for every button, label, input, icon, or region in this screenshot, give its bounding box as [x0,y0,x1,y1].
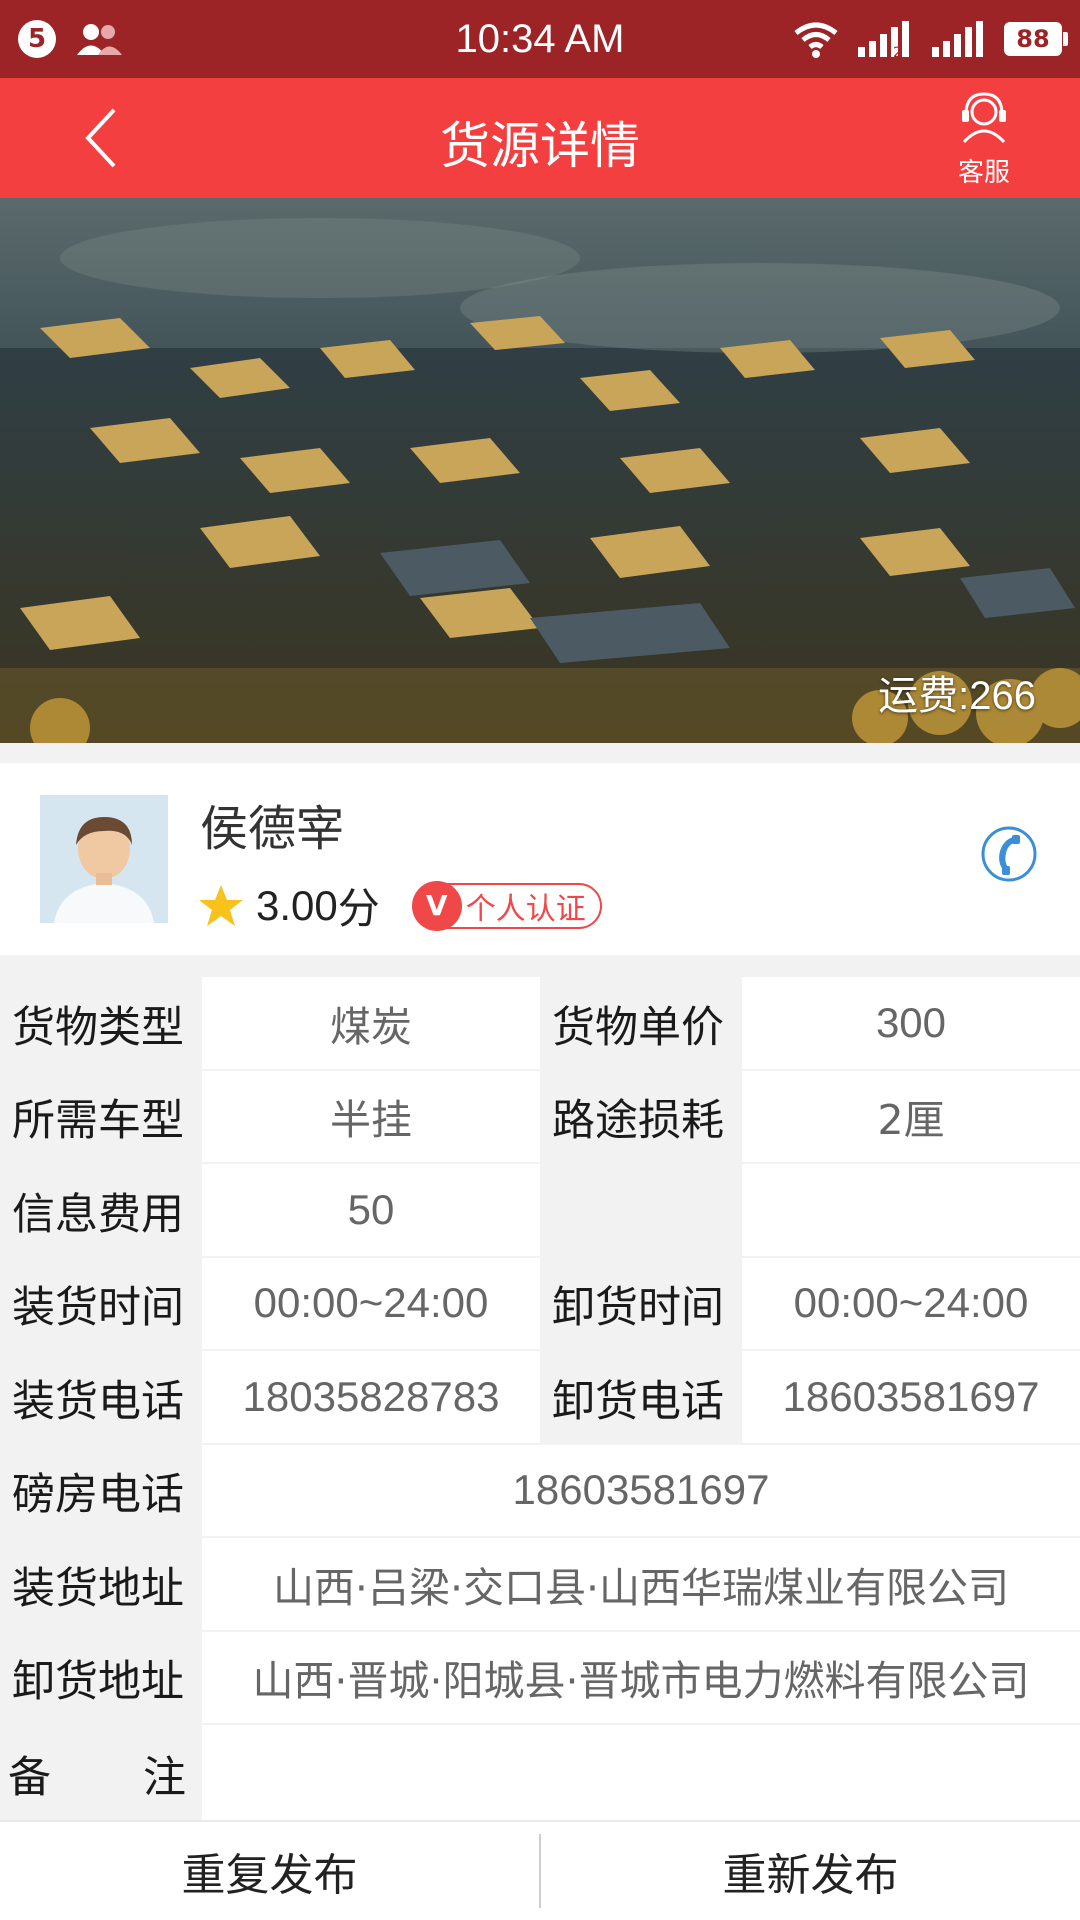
load-address-value: 山西·吕梁·交口县·山西华瑞煤业有限公司 [200,1538,1080,1632]
table-row: 装货时间 00:00~24:00 卸货时间 00:00~24:00 [0,1257,1080,1351]
transit-loss-value: 2厘 [740,1070,1080,1164]
cargo-type-value: 煤炭 [200,977,540,1071]
village-landscape-image [0,198,1080,743]
shipper-profile-card: 侯德宰 3.00 分 V 个人认证 [0,763,1080,955]
empty-label [540,1164,740,1258]
sim-slot-label: 2 [893,45,902,59]
unload-phone-label: 卸货电话 [540,1351,740,1445]
phone-call-button[interactable] [980,825,1038,883]
shipping-fee-label: 运费:266 [878,674,1036,718]
vehicle-type-label: 所需车型 [0,1070,200,1164]
battery-indicator: 88 [1004,22,1068,56]
personal-verified-badge: V 个人认证 [411,880,602,931]
table-row: 磅房电话 18603581697 [0,1444,1080,1538]
unload-phone-value[interactable]: 18603581697 [740,1351,1080,1445]
signal-sim1-icon [932,21,983,57]
load-time-label: 装货时间 [0,1257,200,1351]
cargo-type-label: 货物类型 [0,977,200,1071]
table-row: 货物类型 煤炭 货物单价 300 [0,977,1080,1071]
banner-image: 运费:266 [0,198,1080,743]
remarks-label: 备 注 [0,1725,200,1823]
rating-row: 3.00 分 V 个人认证 [198,875,602,936]
unload-address-value: 山西·晋城·阳城县·晋城市电力燃料有限公司 [200,1631,1080,1725]
customer-service-button[interactable]: 客服 [934,90,1034,190]
vehicle-type-value: 半挂 [200,1070,540,1164]
unit-price-label: 货物单价 [540,977,740,1071]
status-bar: 5 10:34 AM 2 88 [0,0,1080,78]
repeat-publish-button[interactable]: 重复发布 [0,1839,539,1903]
table-row: 所需车型 半挂 路途损耗 2厘 [0,1070,1080,1164]
bottom-action-bar: 重复发布 重新发布 [0,1820,1080,1920]
unload-time-value: 00:00~24:00 [740,1257,1080,1351]
table-row: 卸货地址 山西·晋城·阳城县·晋城市电力燃料有限公司 [0,1631,1080,1725]
remarks-label-part2: 注 [143,1753,186,1803]
rating-score: 3.00 [256,881,338,929]
unload-time-label: 卸货时间 [540,1257,740,1351]
load-address-label: 装货地址 [0,1538,200,1632]
verified-v-icon: V [411,880,462,931]
table-row: 信息费用 50 [0,1164,1080,1258]
title-bar: 货源详情 客服 [0,78,1080,198]
notification-count-badge: 5 [18,20,56,58]
wifi-icon [794,22,838,58]
table-row: 装货电话 18035828783 卸货电话 18603581697 [0,1351,1080,1445]
customer-service-label: 客服 [957,158,1010,188]
contacts-icon [77,24,122,55]
shipper-name: 侯德宰 [200,801,345,857]
star-icon [199,884,243,926]
load-time-value: 00:00~24:00 [200,1257,540,1351]
transit-loss-label: 路途损耗 [540,1070,740,1164]
info-fee-value: 50 [200,1164,540,1258]
load-phone-value[interactable]: 18035828783 [200,1351,540,1445]
table-row: 备 注 [0,1725,1080,1823]
remarks-label-part1: 备 [8,1753,51,1803]
headset-icon [962,92,1006,144]
rating-unit: 分 [337,884,380,933]
info-fee-label: 信息费用 [0,1164,200,1258]
republish-button[interactable]: 重新发布 [541,1839,1080,1903]
signal-sim2-icon: 2 [858,21,909,59]
page-title: 货源详情 [440,117,640,175]
cargo-detail-table: 货物类型 煤炭 货物单价 300 所需车型 半挂 路途损耗 2厘 信息费用 50… [0,977,1080,1823]
unit-price-value: 300 [740,977,1080,1071]
avatar [40,795,168,923]
weigh-house-phone-value[interactable]: 18603581697 [200,1444,1080,1538]
load-phone-label: 装货电话 [0,1351,200,1445]
weigh-house-phone-label: 磅房电话 [0,1444,200,1538]
verified-label: 个人认证 [465,891,586,927]
unload-address-label: 卸货地址 [0,1631,200,1725]
table-row: 装货地址 山西·吕梁·交口县·山西华瑞煤业有限公司 [0,1538,1080,1632]
empty-value [740,1164,1080,1258]
remarks-value [200,1725,1080,1823]
